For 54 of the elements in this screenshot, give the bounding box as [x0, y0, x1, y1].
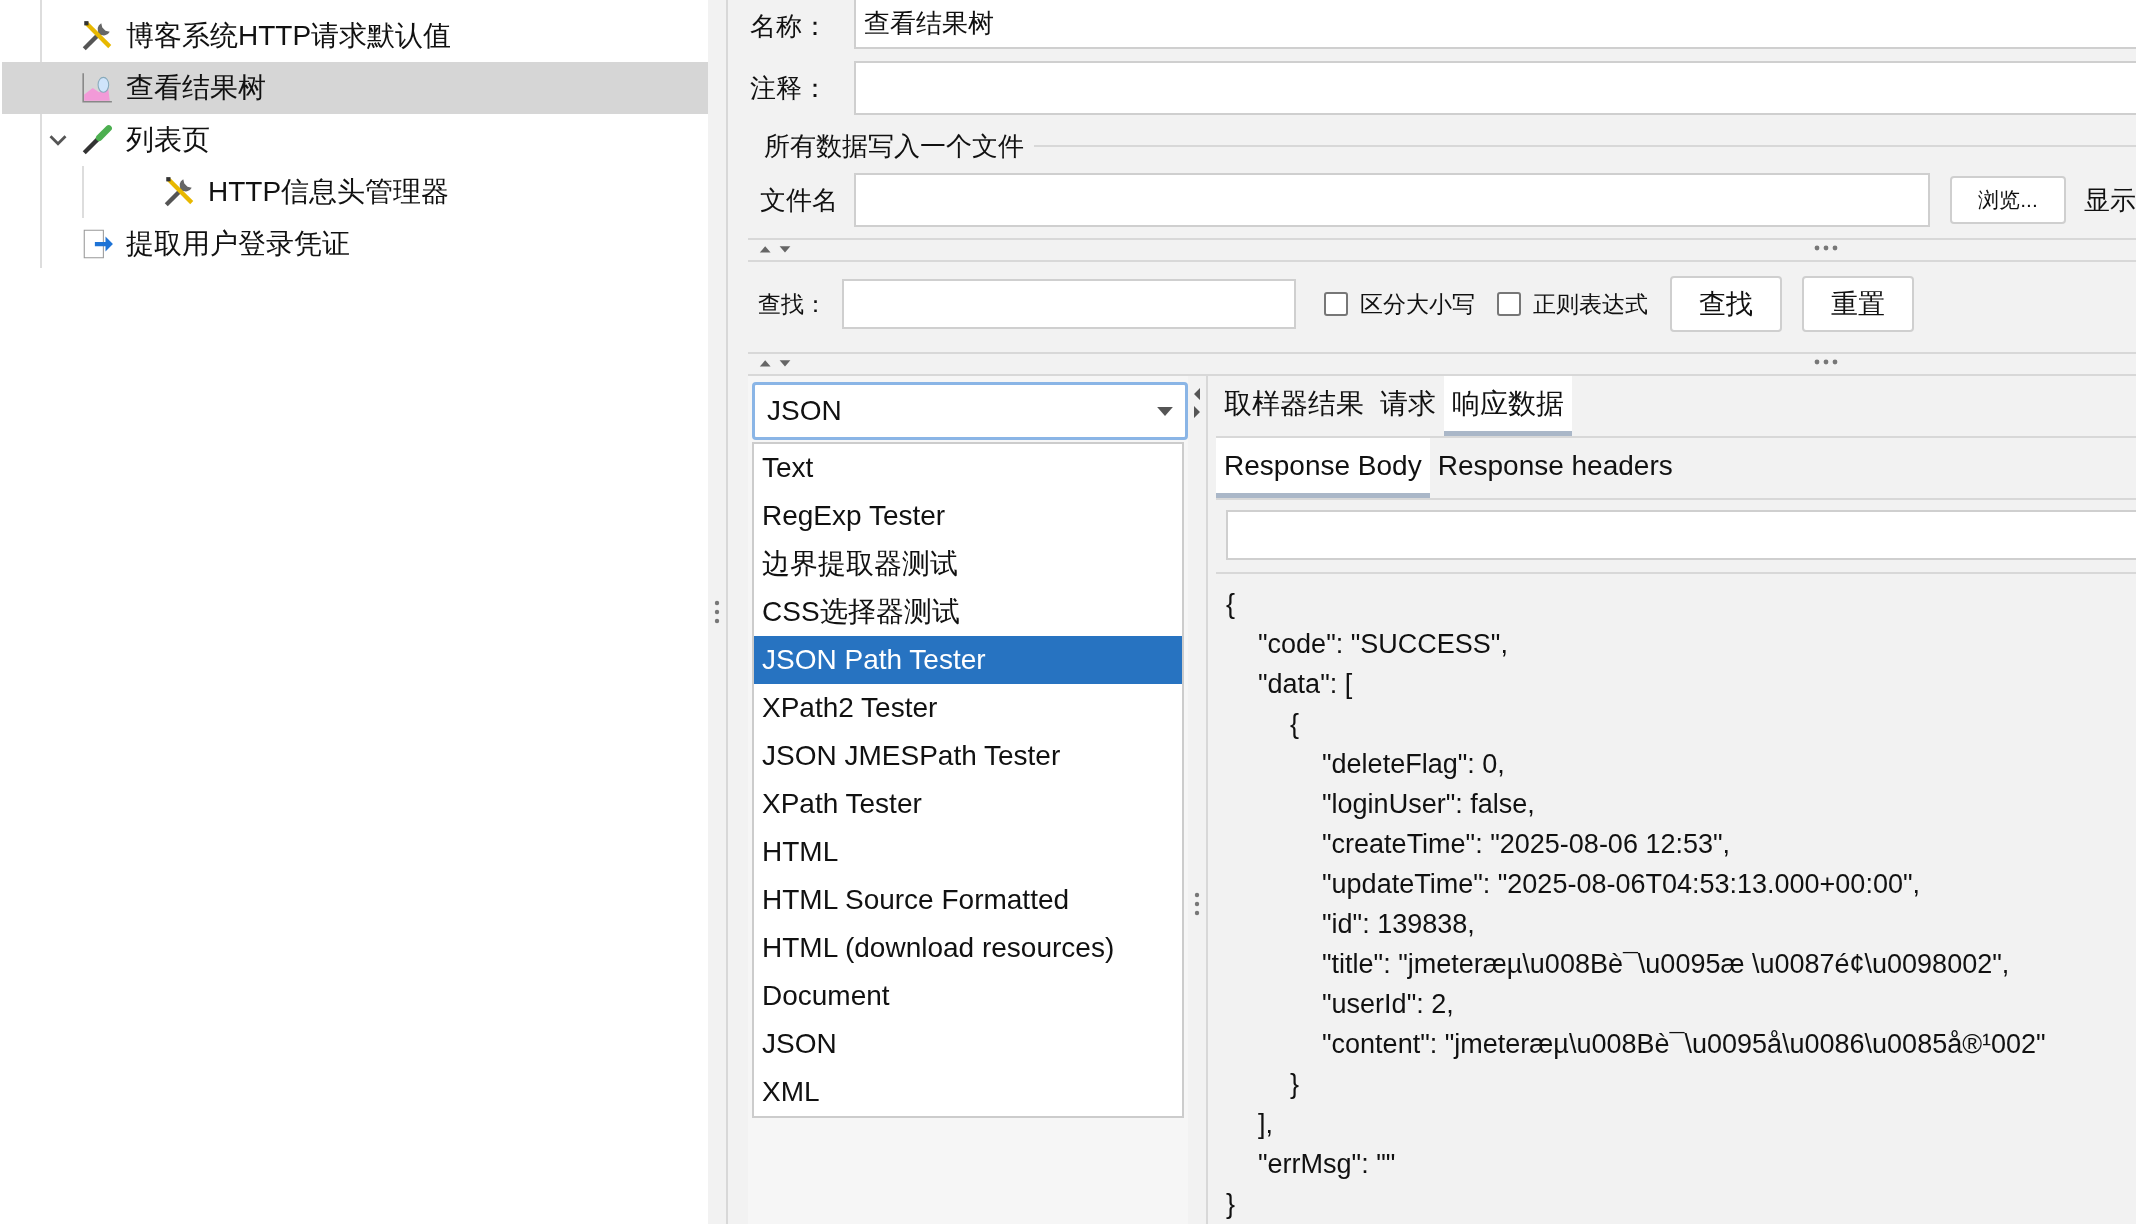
- caret-icon: [1157, 406, 1173, 416]
- tree-item[interactable]: 查看结果树: [2, 62, 708, 114]
- response-tab[interactable]: Response Body: [1216, 438, 1430, 498]
- dropdown-option[interactable]: Document: [754, 972, 1182, 1020]
- dropdown-option[interactable]: XPath2 Tester: [754, 684, 1182, 732]
- search-field[interactable]: [842, 279, 1296, 329]
- collapse-arrows-icon[interactable]: [1192, 386, 1202, 420]
- dropdown-option[interactable]: JSON: [754, 1020, 1182, 1068]
- search-action-button[interactable]: 查找: [1670, 276, 1782, 332]
- dropdown-option[interactable]: RegExp Tester: [754, 492, 1182, 540]
- checkbox[interactable]: [1497, 292, 1521, 316]
- search-label: 查找：: [758, 289, 828, 319]
- splitter-grip-icon[interactable]: [714, 600, 720, 624]
- renderer-dropdown[interactable]: JSON: [752, 382, 1188, 440]
- response-body: { "code": "SUCCESS", "data": [ { "deleteFlag": 0, "loginUser": false, "createTime": "2025-08-06 12:53", "updateTime": "2025-08-06T04:53:13.000+00:00", "id": 139838, "title": "jmeteræµ\u008Bè¯\u0095æ \u0087é¢\u0098002", "userId": 2, "content": "jmeteræµ\u008Bè¯\u0095å\u0086\u0085å®¹002" } ], "errMsg": "" }: [1225, 588, 2047, 1221]
- dropdown-option[interactable]: HTML Source Formatted: [754, 876, 1182, 924]
- checkbox-label: 区分大小写: [1360, 289, 1475, 319]
- name-field[interactable]: 查看结果树: [854, 0, 2136, 49]
- response-search-field[interactable]: [1226, 510, 2136, 560]
- filename-label: 文件名: [759, 183, 839, 217]
- dropdown-option[interactable]: JSON Path Tester: [754, 636, 1182, 684]
- dropdown-option[interactable]: HTML: [754, 828, 1182, 876]
- chart-icon: [80, 71, 114, 105]
- result-tab[interactable]: 响应数据: [1444, 376, 1572, 436]
- splitter-grip-icon[interactable]: [1814, 245, 1838, 251]
- browse-button[interactable]: 浏览...: [1950, 176, 2066, 224]
- comment-field[interactable]: [854, 61, 2136, 115]
- result-tab[interactable]: 取样器结果: [1216, 376, 1372, 436]
- display-label: 显示: [2084, 183, 2136, 217]
- checkbox[interactable]: [1324, 292, 1348, 316]
- result-tab[interactable]: 请求: [1372, 376, 1444, 436]
- tree-item[interactable]: 博客系统HTTP请求默认值: [2, 10, 708, 62]
- tools-icon: [80, 19, 114, 53]
- dropdown-option[interactable]: XML: [754, 1068, 1182, 1116]
- tools-icon: [162, 175, 196, 209]
- section-title: 所有数据写入一个文件: [763, 129, 1025, 163]
- name-label: 名称：: [749, 9, 829, 43]
- splitter-grip-icon[interactable]: [1194, 892, 1200, 916]
- filename-field[interactable]: [854, 173, 1930, 227]
- tree-item[interactable]: HTTP信息头管理器: [4, 166, 708, 218]
- dropdown-option[interactable]: CSS选择器测试: [754, 588, 1182, 636]
- checkbox-label: 正则表达式: [1533, 289, 1648, 319]
- dropdown-option[interactable]: 边界提取器测试: [754, 540, 1182, 588]
- tree-item[interactable]: 提取用户登录凭证: [2, 218, 708, 270]
- response-tab[interactable]: Response headers: [1429, 438, 1681, 498]
- comment-label: 注释：: [749, 71, 829, 105]
- tree-item[interactable]: 列表页: [2, 114, 708, 166]
- dropdown-option[interactable]: XPath Tester: [754, 780, 1182, 828]
- search-action-button[interactable]: 重置: [1802, 276, 1914, 332]
- dropdown-option[interactable]: JSON JMESPath Tester: [754, 732, 1182, 780]
- dropdown-option[interactable]: HTML (download resources): [754, 924, 1182, 972]
- splitter-grip-icon[interactable]: [1814, 359, 1838, 365]
- dropdown-option[interactable]: Text: [754, 444, 1182, 492]
- dropper-icon: [80, 123, 114, 157]
